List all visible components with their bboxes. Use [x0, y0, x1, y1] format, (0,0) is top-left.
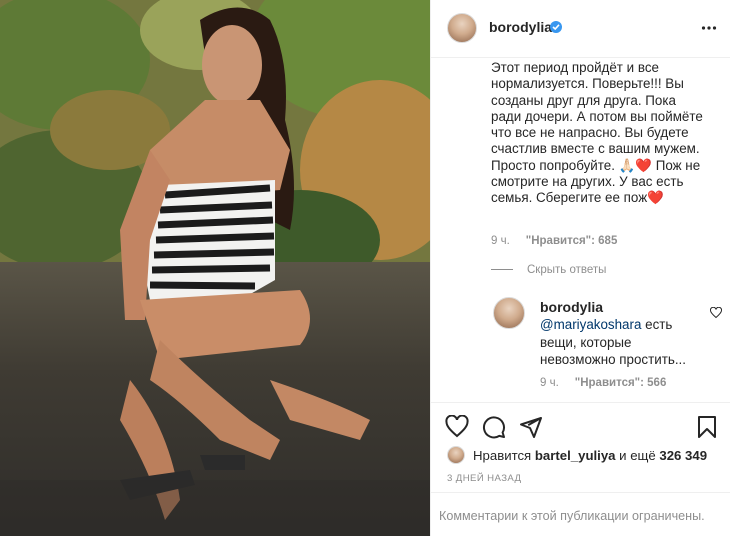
verified-badge-icon [550, 21, 562, 33]
author-username[interactable]: borodylia [489, 19, 552, 35]
share-icon[interactable] [519, 415, 543, 439]
reply-time: 9 ч. [540, 377, 559, 389]
reply-like-heart-icon[interactable] [710, 307, 722, 319]
comment-time: 9 ч. [491, 235, 510, 247]
likes-middle: и ещё [615, 448, 660, 463]
action-bar [431, 402, 730, 452]
post-photo[interactable] [0, 0, 430, 536]
comment-icon[interactable] [482, 415, 506, 439]
model-figure [0, 7, 430, 536]
heart-icon[interactable] [445, 415, 469, 439]
comments-footer: Комментарии к этой публикации ограничены… [431, 492, 730, 536]
bookmark-icon[interactable] [695, 415, 719, 439]
reply-avatar[interactable] [493, 297, 525, 329]
likes-prefix: Нравится [473, 448, 535, 463]
more-options-icon[interactable] [701, 20, 717, 36]
likes-text: Нравится bartel_yuliya и ещё 326 349 [473, 448, 707, 463]
author-avatar[interactable] [447, 13, 477, 43]
likes-count[interactable]: 326 349 [659, 448, 707, 463]
comment-likes[interactable]: "Нравится": 685 [526, 235, 618, 247]
reply-text-block: borodylia @mariyakoshara есть вещи, кото… [540, 299, 710, 369]
comments-restricted-text: Комментарии к этой публикации ограничены… [439, 509, 705, 523]
post-side-panel: borodylia Этот период пройдёт и все норм… [430, 0, 730, 536]
reply-mention[interactable]: @mariyakoshara [540, 317, 641, 332]
liker-avatar[interactable] [447, 446, 465, 464]
post-date[interactable]: 3 ДНЕЙ НАЗАД [447, 473, 521, 484]
hide-replies-button[interactable]: Скрыть ответы [491, 264, 606, 276]
comment-meta: 9 ч. "Нравится": 685 [491, 235, 617, 247]
comment-text: Этот период пройдёт и все нормализуется.… [491, 60, 703, 206]
hide-replies-line [491, 269, 513, 271]
post-header: borodylia [431, 0, 730, 58]
reply-meta: 9 ч. "Нравится": 566 [540, 377, 666, 389]
reply-username[interactable]: borodylia [540, 299, 603, 315]
hide-replies-label: Скрыть ответы [527, 264, 607, 276]
liker-username[interactable]: bartel_yuliya [535, 448, 616, 463]
reply-likes[interactable]: "Нравится": 566 [575, 377, 667, 389]
